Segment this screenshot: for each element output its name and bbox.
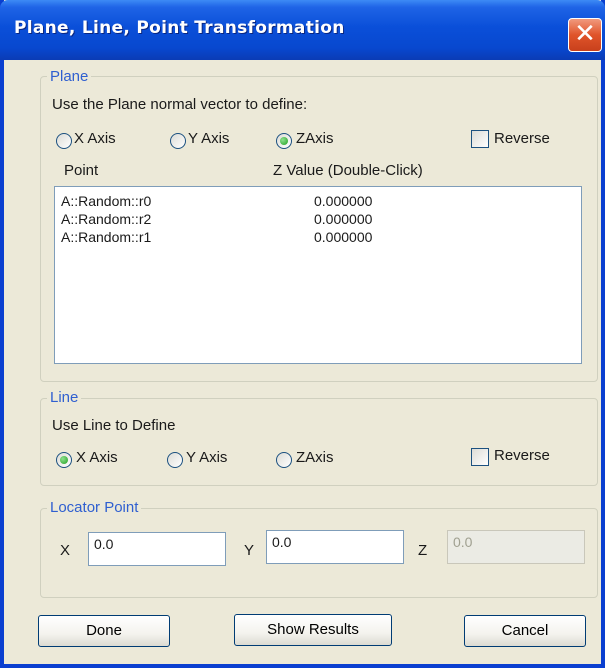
locator-x-label: X <box>60 542 71 559</box>
plane-radio-z-label[interactable]: ZAxis <box>296 130 334 147</box>
plane-reverse-label[interactable]: Reverse <box>494 130 550 147</box>
plane-radio-y-label[interactable]: Y Axis <box>188 130 229 147</box>
plane-radio-x-button[interactable] <box>56 133 72 149</box>
close-button[interactable]: ✕ <box>568 18 602 52</box>
list-item-point: A::Random::r1 <box>61 229 152 245</box>
list-item-z-value: 0.000000 <box>314 211 373 227</box>
line-reverse-label[interactable]: Reverse <box>494 447 550 464</box>
title-bar[interactable]: Plane, Line, Point Transformation ✕ <box>0 0 605 60</box>
line-radio-z-button[interactable] <box>276 452 292 468</box>
line-radio-x-button[interactable] <box>56 452 72 468</box>
locator-y-input[interactable]: 0.0 <box>266 530 404 564</box>
plane-legend: Plane <box>47 68 92 85</box>
locator-z-label: Z <box>418 542 428 559</box>
column-header-z-value: Z Value (Double-Click) <box>273 162 423 179</box>
plane-radio-z-button[interactable] <box>276 133 292 149</box>
list-item-z-value: 0.000000 <box>314 193 373 209</box>
line-prompt: Use Line to Define <box>52 417 176 434</box>
dialog-window: Plane, Line, Point Transformation ✕ Plan… <box>0 0 605 668</box>
locator-z-input: 0.0 <box>447 530 585 564</box>
line-radio-y-label[interactable]: Y Axis <box>186 449 227 466</box>
done-button[interactable]: Done <box>38 615 170 647</box>
plane-radio-y-button[interactable] <box>170 133 186 149</box>
list-item-point: A::Random::r2 <box>61 211 152 227</box>
locator-point-legend: Locator Point <box>47 499 142 516</box>
locator-y-label: Y <box>244 542 255 559</box>
list-item-point: A::Random::r0 <box>61 193 152 209</box>
line-radio-y-button[interactable] <box>167 452 183 468</box>
column-header-point: Point <box>64 162 99 179</box>
cancel-button[interactable]: Cancel <box>464 615 586 647</box>
locator-x-input[interactable]: 0.0 <box>88 532 226 566</box>
list-item-z-value: 0.000000 <box>314 229 373 245</box>
line-radio-x-label[interactable]: X Axis <box>76 449 118 466</box>
line-legend: Line <box>47 389 82 406</box>
line-reverse-box[interactable] <box>471 448 489 466</box>
line-group <box>40 398 598 486</box>
close-icon: ✕ <box>574 19 596 49</box>
plane-prompt: Use the Plane normal vector to define: <box>52 96 308 113</box>
window-title: Plane, Line, Point Transformation <box>14 18 345 38</box>
points-list[interactable]: A::Random::r0 0.000000 A::Random::r2 0.0… <box>54 186 582 364</box>
line-radio-z-label[interactable]: ZAxis <box>296 449 334 466</box>
plane-radio-x-label[interactable]: X Axis <box>74 130 116 147</box>
show-results-button[interactable]: Show Results <box>234 614 392 646</box>
plane-reverse-box[interactable] <box>471 130 489 148</box>
